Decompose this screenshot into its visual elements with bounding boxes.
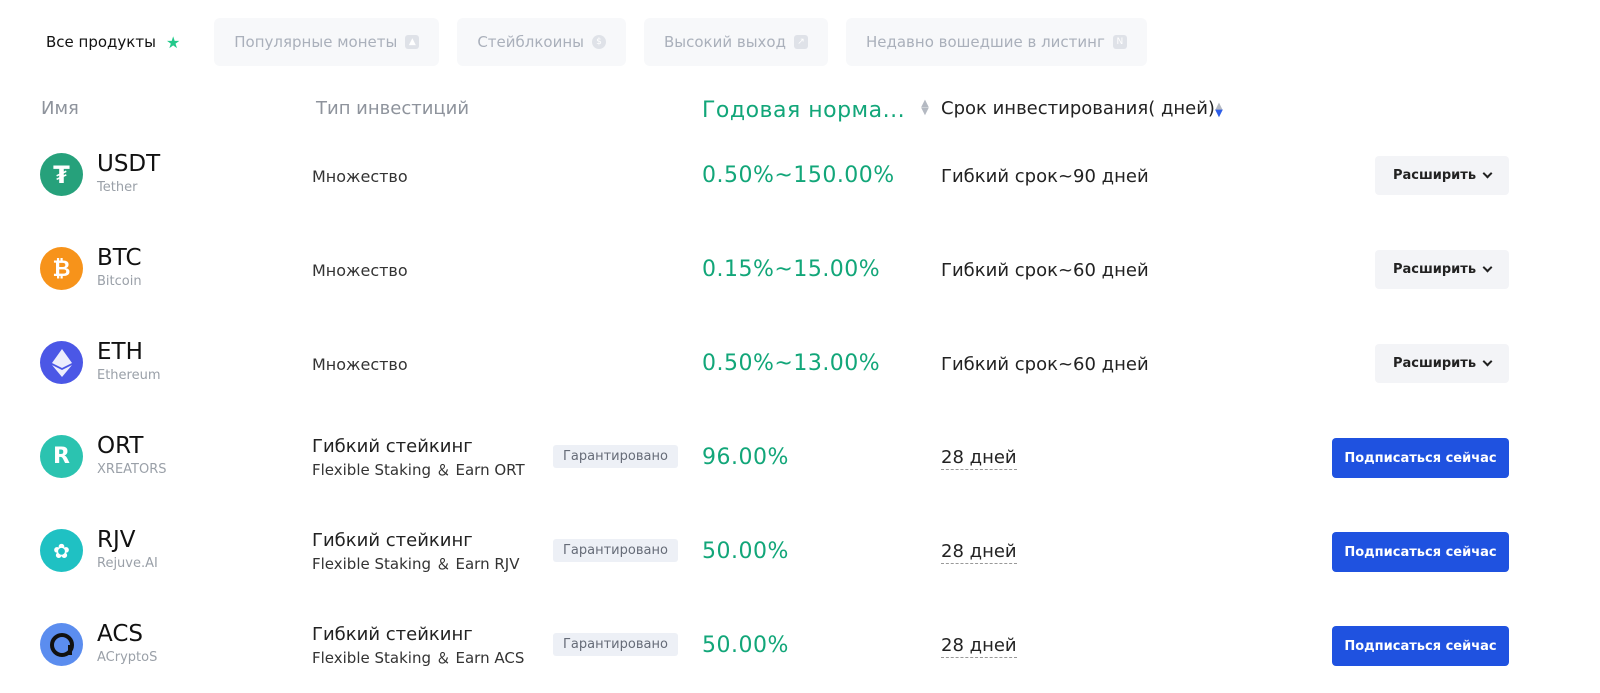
chart-icon: ↗ bbox=[793, 35, 808, 49]
new-icon: N bbox=[1112, 35, 1127, 49]
apr-value: 50.00% bbox=[702, 633, 789, 658]
term-value: Гибкий срок~90 дней bbox=[941, 166, 1149, 187]
coin-symbol: ORT bbox=[97, 433, 144, 459]
table-row: ETH Ethereum Множество 0.50%~13.00% Гибк… bbox=[0, 318, 1600, 412]
coin-name: ACryptoS bbox=[97, 650, 158, 665]
tab-high-yield[interactable]: Высокий выход ↗ bbox=[643, 18, 828, 66]
term-value: Гибкий срок~60 дней bbox=[941, 260, 1149, 281]
coin-icon: $ bbox=[591, 35, 606, 49]
apr-value: 0.15%~15.00% bbox=[702, 257, 881, 282]
tab-new-listing[interactable]: Недавно вошедшие в листинг N bbox=[845, 18, 1147, 66]
guaranteed-badge: Гарантировано bbox=[553, 445, 678, 468]
coin-symbol: BTC bbox=[97, 245, 142, 271]
investment-type-title: Гибкий стейкинг bbox=[312, 530, 473, 551]
coin-symbol: ACS bbox=[97, 621, 143, 647]
coin-name: XREATORS bbox=[97, 462, 167, 477]
sort-apr-icon[interactable]: ▲ ▼ bbox=[920, 99, 930, 117]
investment-type-subtitle: Flexible Staking ＆ Earn ACS bbox=[312, 649, 525, 667]
investment-type-subtitle: Flexible Staking ＆ Earn ORT bbox=[312, 461, 525, 479]
column-header-term: Срок инвестирования( дней) bbox=[941, 98, 1215, 119]
tab-all-products[interactable]: Все продукты ★ bbox=[30, 18, 196, 66]
eth-coin-icon bbox=[40, 341, 83, 384]
ort-coin-icon: R bbox=[40, 435, 83, 478]
investment-type: Множество bbox=[312, 261, 408, 280]
tab-label: Недавно вошедшие в листинг bbox=[865, 33, 1105, 51]
chevron-down-icon bbox=[1482, 168, 1493, 179]
expand-button[interactable]: Расширить bbox=[1375, 156, 1509, 195]
coin-symbol: RJV bbox=[97, 527, 136, 553]
table-row: ✿ RJV Rejuve.AI Гибкий стейкинг Flexible… bbox=[0, 506, 1600, 600]
coin-name: Rejuve.AI bbox=[97, 556, 158, 571]
star-icon: ★ bbox=[165, 32, 181, 52]
sort-term-icon[interactable]: ▲ ▼ bbox=[1214, 102, 1224, 119]
chevron-down-icon bbox=[1482, 356, 1493, 367]
tab-all-label: Все продукты bbox=[46, 33, 156, 51]
coin-name: Bitcoin bbox=[97, 274, 142, 289]
expand-label: Расширить bbox=[1392, 262, 1477, 277]
apr-value: 0.50%~13.00% bbox=[702, 351, 881, 376]
investment-type-title: Гибкий стейкинг bbox=[312, 436, 473, 457]
expand-label: Расширить bbox=[1392, 168, 1477, 183]
term-value: Гибкий срок~60 дней bbox=[941, 354, 1149, 375]
tab-label: Стейблкоины bbox=[477, 33, 584, 51]
tab-label: Высокий выход bbox=[663, 33, 786, 51]
investment-type: Множество bbox=[312, 167, 408, 186]
guaranteed-badge: Гарантировано bbox=[553, 539, 678, 562]
coin-symbol: USDT bbox=[97, 151, 161, 177]
investment-type: Множество bbox=[312, 355, 408, 374]
subscribe-button[interactable]: Подписаться сейчас bbox=[1332, 438, 1509, 478]
acs-coin-icon bbox=[40, 623, 83, 666]
column-header-name: Имя bbox=[41, 98, 79, 119]
filter-tabs: Все продукты ★ Популярные монеты ▲ Стейб… bbox=[30, 18, 1147, 66]
fire-icon: ▲ bbox=[405, 35, 420, 49]
coin-symbol: ETH bbox=[97, 339, 143, 365]
expand-button[interactable]: Расширить bbox=[1375, 250, 1509, 289]
tab-popular-coins[interactable]: Популярные монеты ▲ bbox=[214, 18, 440, 66]
tab-label: Популярные монеты bbox=[234, 33, 398, 51]
subscribe-button[interactable]: Подписаться сейчас bbox=[1332, 532, 1509, 572]
apr-value: 50.00% bbox=[702, 539, 789, 564]
btc-coin-icon: ₿ bbox=[40, 247, 83, 290]
apr-value: 96.00% bbox=[702, 445, 789, 470]
column-header-type: Тип инвестиций bbox=[316, 98, 470, 119]
expand-label: Расширить bbox=[1392, 356, 1477, 371]
apr-value: 0.50%~150.00% bbox=[702, 163, 895, 188]
guaranteed-badge: Гарантировано bbox=[553, 633, 678, 656]
term-value[interactable]: 28 дней bbox=[941, 447, 1017, 470]
coin-name: Ethereum bbox=[97, 368, 161, 383]
usdt-coin-icon: ₮ bbox=[40, 153, 83, 196]
table-row: R ORT XREATORS Гибкий стейкинг Flexible … bbox=[0, 412, 1600, 506]
column-header-apr: Годовая норма... bbox=[702, 98, 906, 123]
term-value[interactable]: 28 дней bbox=[941, 541, 1017, 564]
expand-button[interactable]: Расширить bbox=[1375, 344, 1509, 383]
investment-type-subtitle: Flexible Staking ＆ Earn RJV bbox=[312, 555, 520, 573]
table-row: ₮ USDT Tether Множество 0.50%~150.00% Ги… bbox=[0, 130, 1600, 224]
table-row: ACS ACryptoS Гибкий стейкинг Flexible St… bbox=[0, 600, 1600, 693]
tab-stablecoins[interactable]: Стейблкоины $ bbox=[457, 18, 626, 66]
term-value[interactable]: 28 дней bbox=[941, 635, 1017, 658]
investment-type-title: Гибкий стейкинг bbox=[312, 624, 473, 645]
rjv-coin-icon: ✿ bbox=[40, 529, 83, 572]
table-row: ₿ BTC Bitcoin Множество 0.15%~15.00% Гиб… bbox=[0, 224, 1600, 318]
subscribe-button[interactable]: Подписаться сейчас bbox=[1332, 626, 1509, 666]
chevron-down-icon bbox=[1482, 262, 1493, 273]
coin-name: Tether bbox=[97, 180, 138, 195]
